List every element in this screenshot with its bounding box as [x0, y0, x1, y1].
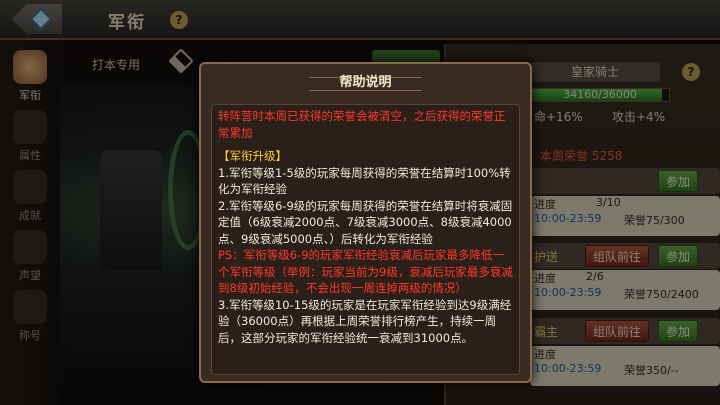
- dialog-title: 帮助说明: [339, 75, 392, 90]
- ps-note: PS：军衔等级6-9的玩家军衔经验衰减后玩家最多降低一个军衔等级（举例：玩家当前…: [218, 248, 513, 295]
- help-dialog: 帮助说明 转阵营时本周已获得的荣誉会被清空，之后获得的荣誉正常累加 【军衔升级】…: [199, 62, 532, 383]
- rule-2: 2.军衔等级6-9级的玩家每周获得的荣誉在结算时将衰减固定值（6级衰减2000点…: [218, 198, 513, 246]
- rule-1: 1.军衔等级1-5级的玩家每周获得的荣誉在结算时100%转化为军衔经验: [218, 165, 511, 197]
- section-heading: 【军衔升级】: [218, 149, 287, 163]
- rule-3: 3.军衔等级10-15级的玩家是在玩家军衔经验到达9级满经验（36000点）再根…: [218, 297, 512, 345]
- intro-text: 转阵营时本周已获得的荣誉会被清空，之后获得的荣誉正常累加: [218, 109, 506, 140]
- dialog-body[interactable]: 转阵营时本周已获得的荣誉会被清空，之后获得的荣誉正常累加 【军衔升级】 1.军衔…: [211, 104, 520, 375]
